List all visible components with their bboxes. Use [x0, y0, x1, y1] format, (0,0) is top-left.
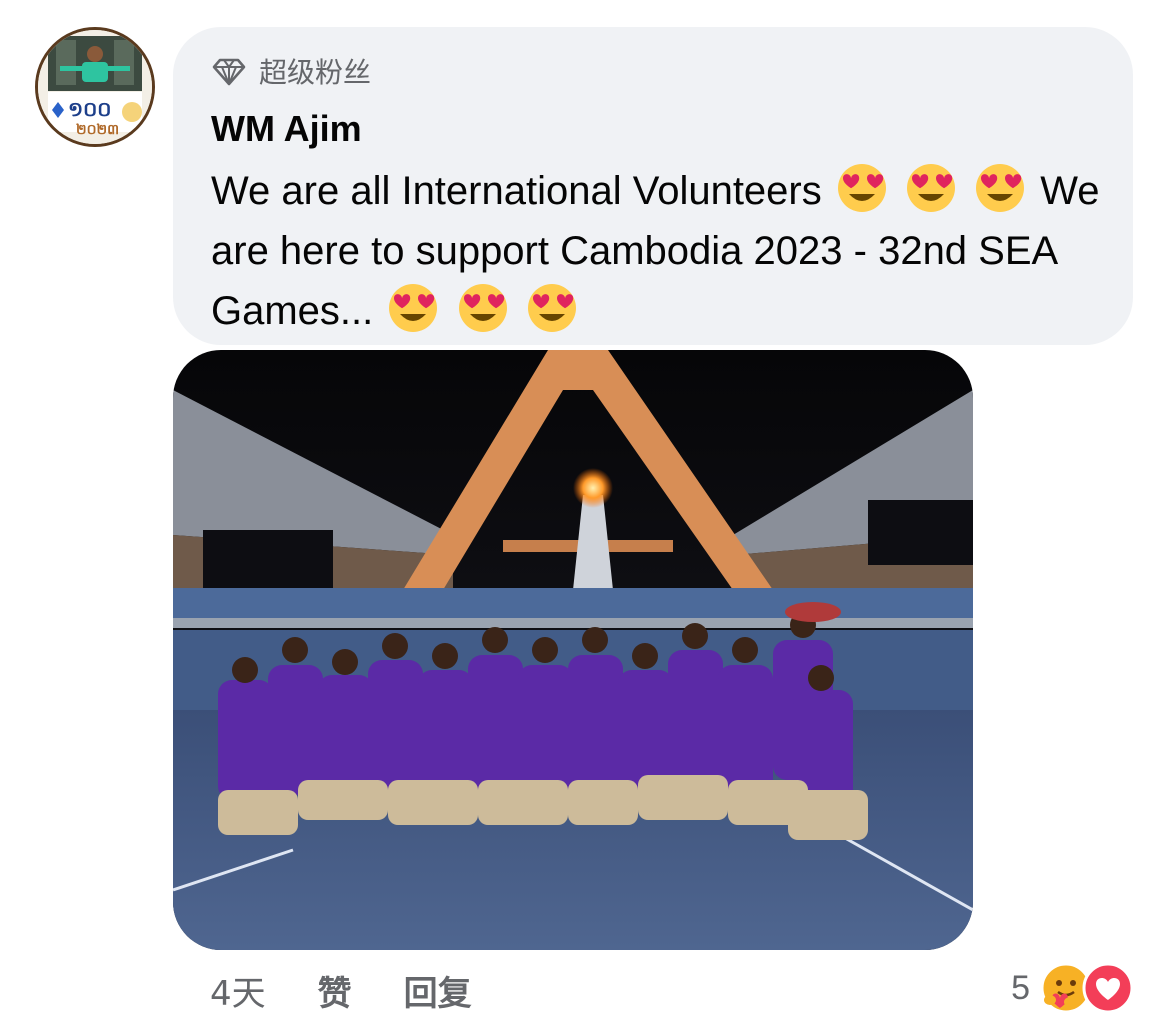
- heart-eyes-emoji: [907, 164, 955, 212]
- comment-author[interactable]: WM Ajim: [211, 109, 1097, 149]
- svg-text:១០០: ១០០: [68, 97, 111, 121]
- reply-button[interactable]: 回复: [404, 966, 472, 1015]
- comment-bubble: 超级粉丝 WM Ajim We are all International Vo…: [173, 27, 1133, 345]
- heart-eyes-emoji: [527, 284, 576, 332]
- svg-text:២០២៣: ២០២៣: [76, 122, 119, 138]
- comment-text: We are all International Volunteers We a…: [211, 161, 1111, 341]
- commenter-avatar[interactable]: ១០០ ២០២៣: [35, 27, 155, 147]
- comment-text-part1: We are all International Volunteers: [211, 169, 822, 213]
- love-reaction-icon: [1082, 962, 1134, 1014]
- reaction-summary[interactable]: 5: [1011, 960, 1134, 1016]
- heart-eyes-emoji: [389, 284, 438, 332]
- heart-eyes-emoji: [458, 284, 507, 332]
- heart-eyes-emoji: [976, 164, 1025, 212]
- comment-actions: 4天 赞 回复: [210, 966, 524, 1015]
- comment-photo[interactable]: [173, 350, 973, 950]
- diamond-icon: [212, 58, 246, 86]
- like-button[interactable]: 赞: [318, 966, 352, 1015]
- heart-eyes-emoji: [837, 164, 886, 212]
- top-fan-badge: 超级粉丝: [211, 53, 1097, 89]
- comment-timestamp[interactable]: 4天: [210, 966, 266, 1015]
- badge-label: 超级粉丝: [259, 56, 372, 89]
- reaction-count: 5: [1011, 968, 1030, 1007]
